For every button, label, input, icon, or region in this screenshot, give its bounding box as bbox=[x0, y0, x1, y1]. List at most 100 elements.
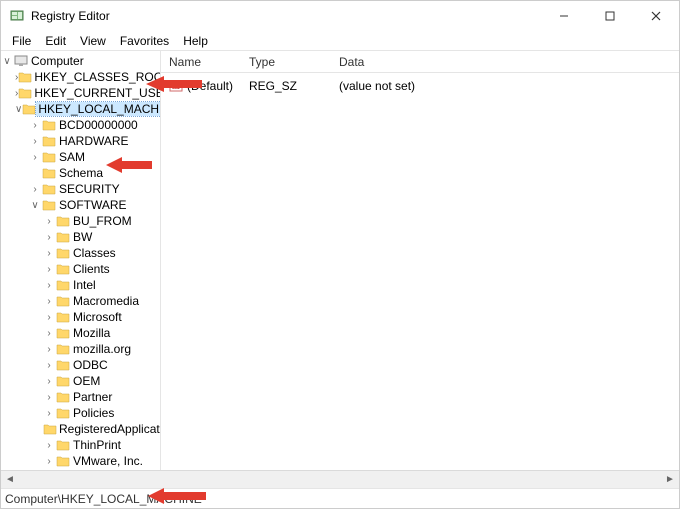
expander-icon[interactable]: › bbox=[43, 248, 55, 259]
folder-icon bbox=[55, 230, 71, 244]
tree-label: Schema bbox=[57, 166, 105, 180]
tree-item-thinprint[interactable]: › ThinPrint bbox=[1, 437, 160, 453]
tree-item-vmware[interactable]: › VMware, Inc. bbox=[1, 453, 160, 469]
menu-view[interactable]: View bbox=[73, 33, 113, 49]
folder-icon bbox=[55, 406, 71, 420]
scroll-track[interactable] bbox=[19, 471, 661, 489]
tree-item-bu_from[interactable]: ›BU_FROM bbox=[1, 213, 160, 229]
string-value-icon: ab bbox=[169, 79, 183, 93]
tree-label: Clients bbox=[71, 262, 112, 276]
tree-label: HKEY_CURRENT_USER bbox=[32, 86, 161, 100]
folder-icon bbox=[41, 150, 57, 164]
menu-edit[interactable]: Edit bbox=[38, 33, 73, 49]
expander-icon[interactable]: › bbox=[43, 296, 55, 307]
tree-item-intel[interactable]: › Intel bbox=[1, 277, 160, 293]
expander-icon[interactable]: › bbox=[43, 392, 55, 403]
expander-icon[interactable]: ∨ bbox=[1, 56, 13, 67]
close-button[interactable] bbox=[633, 1, 679, 31]
folder-icon bbox=[55, 374, 71, 388]
scroll-left-button[interactable]: ◄ bbox=[1, 471, 19, 489]
tree-item-hkcu[interactable]: ›HKEY_CURRENT_USER bbox=[1, 85, 160, 101]
folder-icon bbox=[41, 134, 57, 148]
window-title: Registry Editor bbox=[31, 9, 541, 23]
folder-icon bbox=[13, 54, 29, 68]
expander-icon[interactable]: › bbox=[43, 280, 55, 291]
expander-icon[interactable]: › bbox=[43, 456, 55, 467]
tree-item-microsoft[interactable]: › Microsoft bbox=[1, 309, 160, 325]
menu-file[interactable]: File bbox=[5, 33, 38, 49]
expander-icon[interactable]: › bbox=[29, 152, 41, 163]
folder-icon bbox=[55, 358, 71, 372]
scroll-right-button[interactable]: ► bbox=[661, 471, 679, 489]
tree-item-regapps[interactable]: RegisteredApplications bbox=[1, 421, 160, 437]
expander-icon[interactable]: › bbox=[29, 136, 41, 147]
column-header-type[interactable]: Type bbox=[249, 55, 339, 69]
folder-icon bbox=[55, 390, 71, 404]
expander-icon[interactable]: › bbox=[29, 120, 41, 131]
tree-item-sam[interactable]: › SAM bbox=[1, 149, 160, 165]
tree-item-policies[interactable]: ›Policies bbox=[1, 405, 160, 421]
expander-icon[interactable]: › bbox=[43, 312, 55, 323]
tree-label: HKEY_LOCAL_MACHINE bbox=[36, 102, 161, 116]
folder-icon bbox=[18, 86, 32, 100]
tree-item-schema[interactable]: Schema bbox=[1, 165, 160, 181]
expander-icon[interactable]: › bbox=[43, 264, 55, 275]
tree-item-security[interactable]: › SECURITY bbox=[1, 181, 160, 197]
tree-item-software[interactable]: ∨SOFTWARE bbox=[1, 197, 160, 213]
tree-item-classes[interactable]: › Classes bbox=[1, 245, 160, 261]
list-row[interactable]: ab (Default) REG_SZ (value not set) bbox=[169, 77, 671, 95]
expander-icon[interactable]: › bbox=[43, 216, 55, 227]
tree-label: Macromedia bbox=[71, 294, 141, 308]
folder-icon bbox=[55, 438, 71, 452]
tree-item-partner[interactable]: ›Partner bbox=[1, 389, 160, 405]
expander-icon[interactable]: ∨ bbox=[29, 200, 41, 211]
tree-item-bw[interactable]: ›BW bbox=[1, 229, 160, 245]
expander-icon[interactable]: › bbox=[43, 328, 55, 339]
expander-icon[interactable]: › bbox=[43, 360, 55, 371]
statusbar: Computer\HKEY_LOCAL_MACHINE bbox=[1, 488, 679, 508]
expander-icon[interactable]: › bbox=[43, 408, 55, 419]
tree-label: Microsoft bbox=[71, 310, 124, 324]
tree-label: RegisteredApplications bbox=[57, 422, 161, 436]
tree-item-bcd[interactable]: › BCD00000000 bbox=[1, 117, 160, 133]
tree-label: VMware, Inc. bbox=[71, 454, 145, 468]
expander-icon[interactable]: › bbox=[43, 376, 55, 387]
tree-label: Intel bbox=[71, 278, 98, 292]
tree-item-clients[interactable]: › Clients bbox=[1, 261, 160, 277]
folder-icon bbox=[55, 262, 71, 276]
expander-icon[interactable]: › bbox=[29, 184, 41, 195]
folder-icon bbox=[41, 166, 57, 180]
tree-item-mozilla_org[interactable]: ›mozilla.org bbox=[1, 341, 160, 357]
svg-text:ab: ab bbox=[172, 84, 180, 91]
menu-favorites[interactable]: Favorites bbox=[113, 33, 176, 49]
tree-label: SECURITY bbox=[57, 182, 122, 196]
tree-root-computer[interactable]: ∨Computer bbox=[1, 53, 160, 69]
tree-label: Classes bbox=[71, 246, 118, 260]
tree-item-hardware[interactable]: › HARDWARE bbox=[1, 133, 160, 149]
horizontal-scrollbar[interactable]: ◄ ► bbox=[1, 470, 679, 488]
expander-icon[interactable]: ∨ bbox=[15, 104, 22, 115]
tree-item-oem[interactable]: ›OEM bbox=[1, 373, 160, 389]
tree-item-hkcr[interactable]: ›HKEY_CLASSES_ROOT bbox=[1, 69, 160, 85]
expander-icon[interactable]: › bbox=[43, 344, 55, 355]
folder-icon bbox=[55, 278, 71, 292]
value-data: (value not set) bbox=[339, 79, 671, 93]
tree-label: BCD00000000 bbox=[57, 118, 140, 132]
tree-label: HARDWARE bbox=[57, 134, 131, 148]
tree-label: SAM bbox=[57, 150, 87, 164]
expander-icon[interactable]: › bbox=[43, 232, 55, 243]
tree-item-macromedia[interactable]: › Macromedia bbox=[1, 293, 160, 309]
column-header-name[interactable]: Name bbox=[169, 55, 249, 69]
tree-label: HKEY_CLASSES_ROOT bbox=[32, 70, 161, 84]
tree-item-odbc[interactable]: ›ODBC bbox=[1, 357, 160, 373]
minimize-button[interactable] bbox=[541, 1, 587, 31]
tree-item-mozilla[interactable]: ›Mozilla bbox=[1, 325, 160, 341]
menu-help[interactable]: Help bbox=[176, 33, 215, 49]
folder-icon bbox=[55, 214, 71, 228]
column-header-data[interactable]: Data bbox=[339, 55, 679, 69]
tree-label: ThinPrint bbox=[71, 438, 123, 452]
maximize-button[interactable] bbox=[587, 1, 633, 31]
tree-item-hklm[interactable]: ∨ HKEY_LOCAL_MACHINE bbox=[1, 101, 160, 117]
expander-icon[interactable]: › bbox=[43, 440, 55, 451]
tree-pane[interactable]: ∨Computer›HKEY_CLASSES_ROOT›HKEY_CURRENT… bbox=[1, 51, 161, 470]
